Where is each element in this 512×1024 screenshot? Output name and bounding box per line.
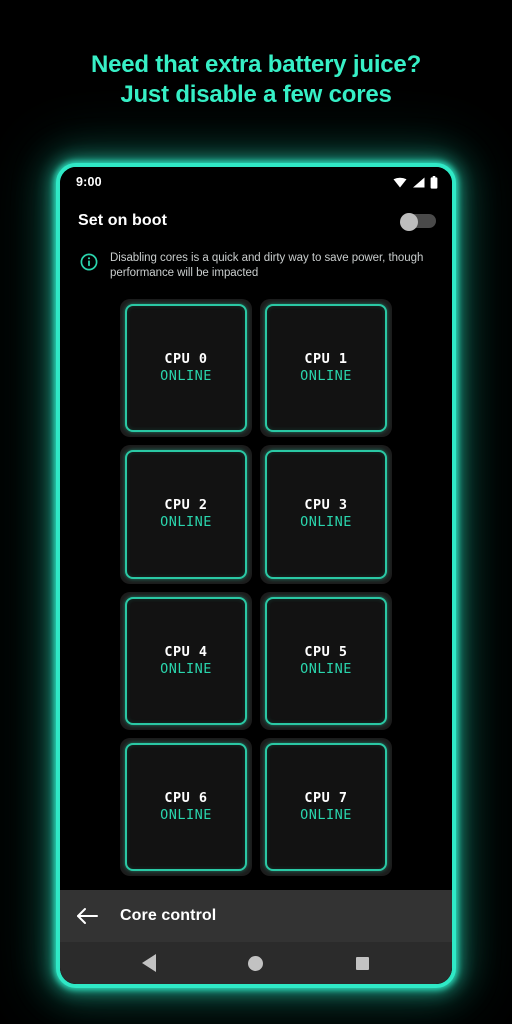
core-card-inner: CPU 2 ONLINE <box>125 450 247 579</box>
core-card-inner: CPU 1 ONLINE <box>265 304 387 433</box>
core-card[interactable]: CPU 7 ONLINE <box>260 737 392 876</box>
hint-text: Disabling cores is a quick and dirty way… <box>110 252 424 279</box>
core-card[interactable]: CPU 0 ONLINE <box>120 299 252 438</box>
bottom-app-bar: Core control <box>60 890 452 942</box>
core-name: CPU 5 <box>304 643 348 660</box>
wifi-icon <box>393 177 407 187</box>
promo-headline: Need that extra battery juice? Just disa… <box>0 50 512 110</box>
core-state: ONLINE <box>160 806 212 823</box>
core-name: CPU 0 <box>164 351 208 368</box>
core-state: ONLINE <box>160 368 212 385</box>
core-name: CPU 1 <box>304 351 348 368</box>
arrow-left-icon[interactable] <box>76 907 98 925</box>
promo-headline-line-1: Need that extra battery juice? <box>90 51 422 78</box>
core-state: ONLINE <box>300 660 352 677</box>
status-bar-icons <box>393 175 438 189</box>
android-nav-bar <box>60 942 452 984</box>
info-icon <box>80 253 98 271</box>
nav-recents-button[interactable] <box>343 948 383 978</box>
core-state: ONLINE <box>300 514 352 531</box>
core-name: CPU 7 <box>304 789 348 806</box>
core-state: ONLINE <box>160 514 212 531</box>
core-state: ONLINE <box>300 806 352 823</box>
set-on-boot-row[interactable]: Set on boot <box>60 197 452 245</box>
phone-screen: 9:00 Set on boot Disabling cores is a qu… <box>60 167 452 984</box>
core-name: CPU 4 <box>164 643 208 660</box>
recents-square-icon <box>356 956 370 970</box>
core-card-inner: CPU 0 ONLINE <box>125 304 247 433</box>
nav-back-button[interactable] <box>129 948 169 978</box>
status-bar: 9:00 <box>60 167 452 197</box>
core-name: CPU 6 <box>164 789 208 806</box>
battery-icon <box>430 175 438 189</box>
core-name: CPU 3 <box>304 497 348 514</box>
core-state: ONLINE <box>300 368 352 385</box>
set-on-boot-label: Set on boot <box>78 212 168 229</box>
status-bar-clock: 9:00 <box>76 175 102 189</box>
hint-row: Disabling cores is a quick and dirty way… <box>60 245 452 281</box>
core-card-inner: CPU 4 ONLINE <box>125 596 247 725</box>
core-state: ONLINE <box>160 660 212 677</box>
nav-home-button[interactable] <box>236 948 276 978</box>
phone-frame: 9:00 Set on boot Disabling cores is a qu… <box>56 163 456 988</box>
core-card[interactable]: CPU 1 ONLINE <box>260 299 392 438</box>
core-card-inner: CPU 6 ONLINE <box>125 742 247 871</box>
page-title: Core control <box>120 907 217 924</box>
core-grid: CPU 0 ONLINE CPU 1 ONLINE CPU 2 ONLINE C… <box>60 281 452 890</box>
core-card[interactable]: CPU 2 ONLINE <box>120 445 252 584</box>
core-card-inner: CPU 3 ONLINE <box>265 450 387 579</box>
back-triangle-icon <box>142 954 157 972</box>
home-circle-icon <box>248 955 264 971</box>
core-card-inner: CPU 5 ONLINE <box>265 596 387 725</box>
set-on-boot-toggle[interactable] <box>400 213 436 231</box>
core-card[interactable]: CPU 4 ONLINE <box>120 591 252 730</box>
promo-screenshot: Need that extra battery juice? Just disa… <box>0 0 512 1024</box>
signal-icon <box>413 177 425 187</box>
promo-headline-line-2: Just disable a few cores <box>120 81 392 108</box>
core-card[interactable]: CPU 3 ONLINE <box>260 445 392 584</box>
core-card[interactable]: CPU 5 ONLINE <box>260 591 392 730</box>
core-card-inner: CPU 7 ONLINE <box>265 742 387 871</box>
core-card[interactable]: CPU 6 ONLINE <box>120 737 252 876</box>
core-name: CPU 2 <box>164 497 208 514</box>
toggle-thumb <box>400 213 418 231</box>
